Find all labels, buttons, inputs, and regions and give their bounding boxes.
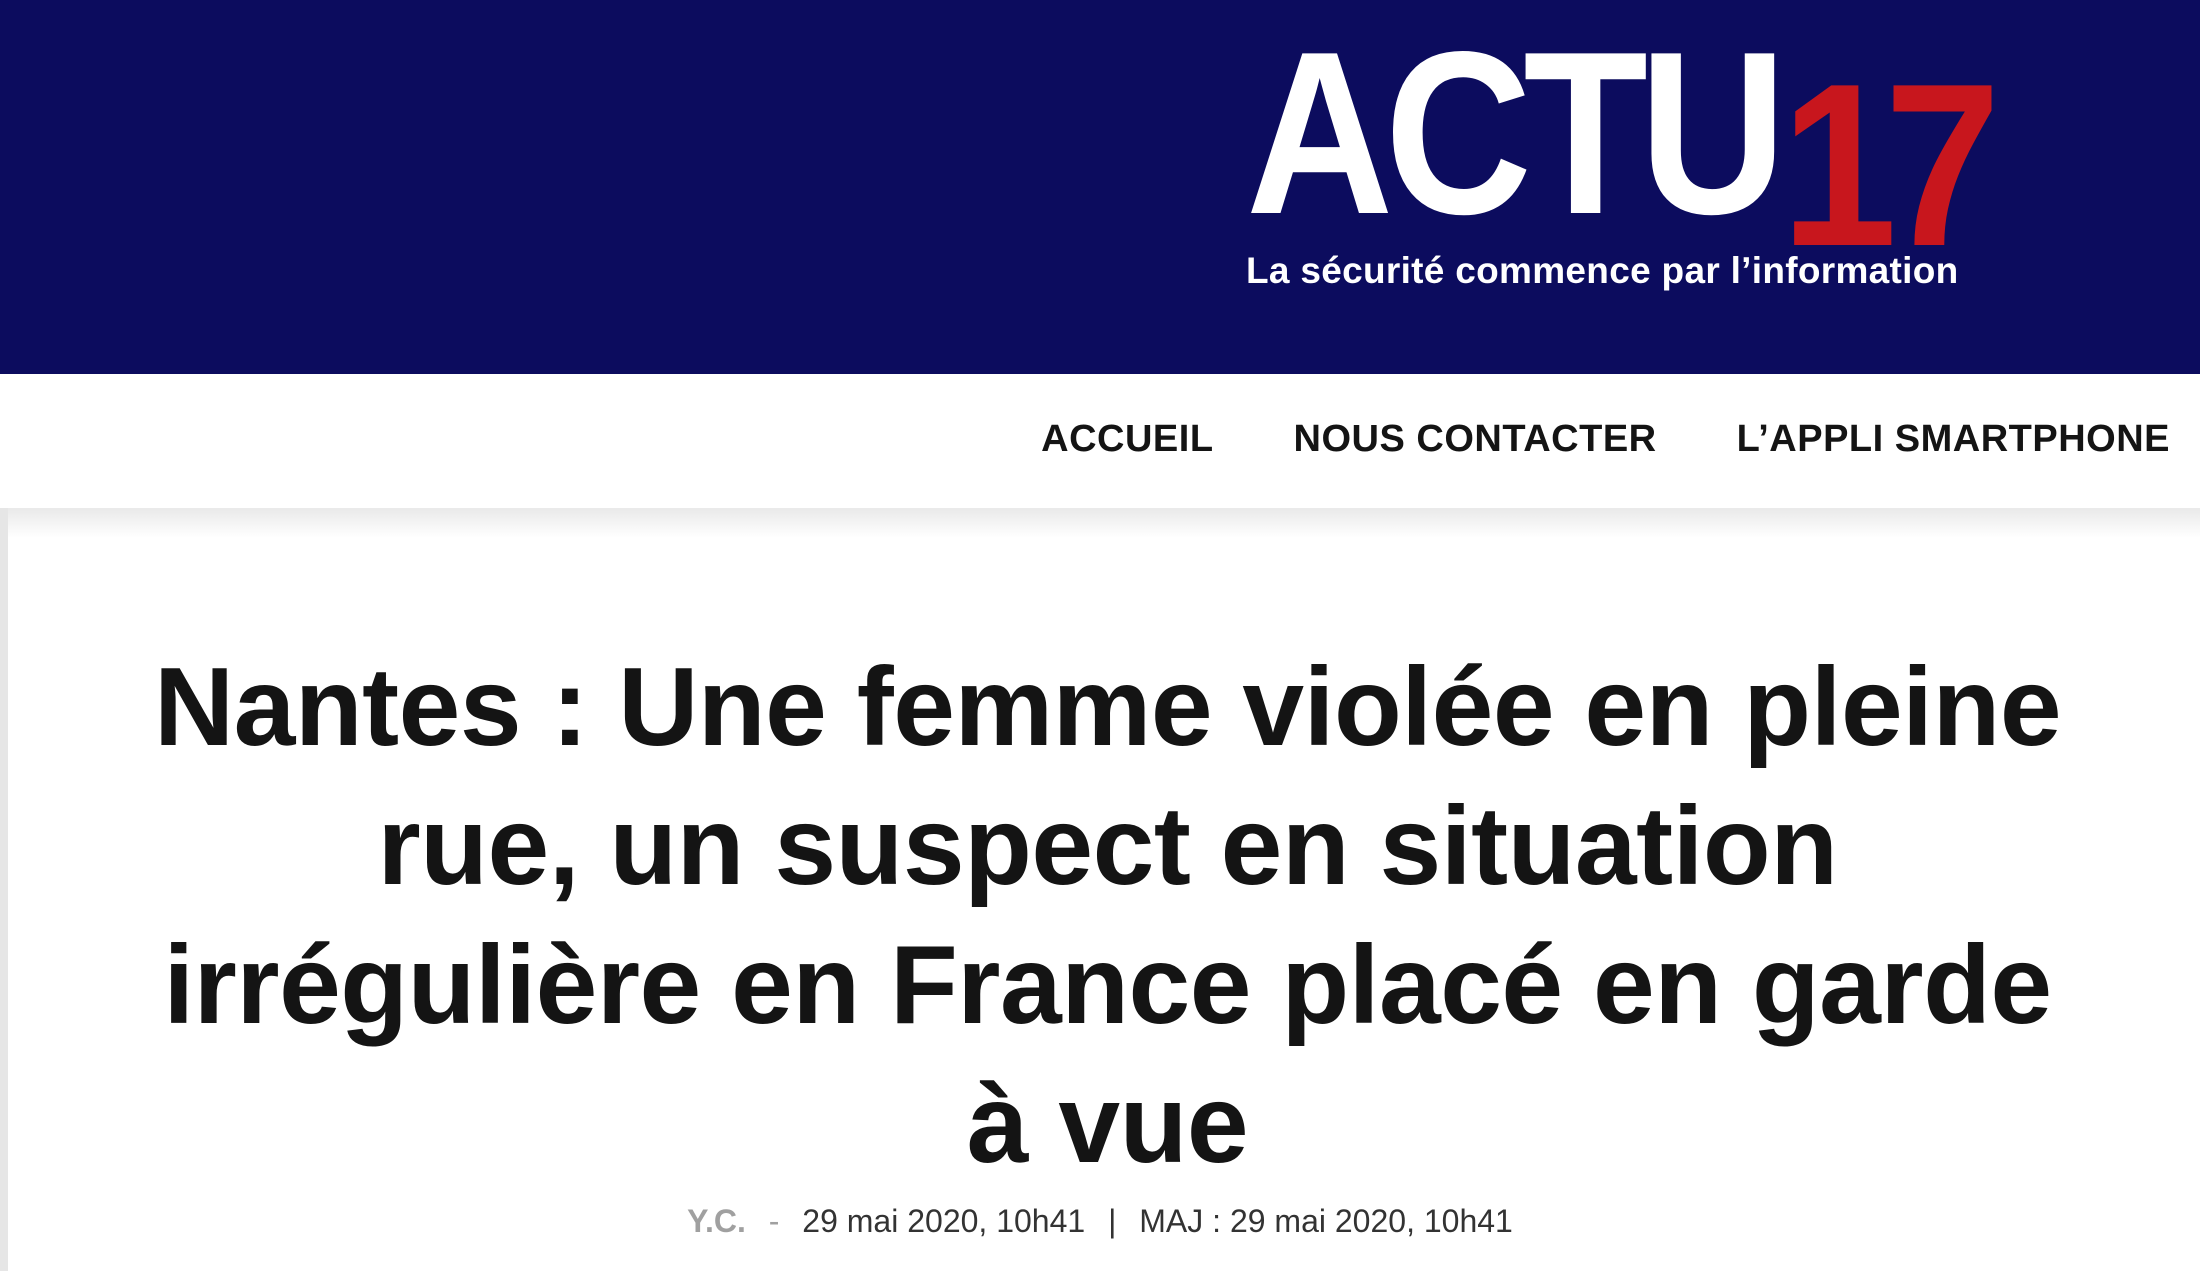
article-author[interactable]: Y.C. <box>687 1203 746 1239</box>
nav-item-appli-smartphone[interactable]: L’APPLI SMARTPHONE <box>1737 418 2170 461</box>
logo-brand: ACTU <box>1246 4 1787 263</box>
logo-number: 17 <box>1781 36 2001 295</box>
main-navigation: ACCUEIL NOUS CONTACTER L’APPLI SMARTPHON… <box>0 374 2200 508</box>
article-updated-date: MAJ : 29 mai 2020, 10h41 <box>1139 1203 1513 1239</box>
meta-divider: | <box>1108 1203 1117 1239</box>
logo-tagline: La sécurité commence par l’information <box>1246 250 1959 291</box>
logo-wordmark: ACTU <box>1246 18 1850 250</box>
site-header: ACTU 17 La sécurité commence par l’infor… <box>0 0 2200 374</box>
nav-shadow <box>0 508 2200 538</box>
nav-menu: ACCUEIL NOUS CONTACTER L’APPLI SMARTPHON… <box>1041 418 2170 461</box>
article-content: Nantes : Une femme violée en pleine rue,… <box>0 508 2200 1271</box>
meta-separator: - <box>768 1203 780 1239</box>
article-published-date: 29 mai 2020, 10h41 <box>802 1203 1086 1239</box>
article-title: Nantes : Une femme violée en pleine rue,… <box>153 645 2062 1186</box>
site-logo[interactable]: ACTU 17 La sécurité commence par l’infor… <box>1246 18 2016 310</box>
nav-item-nous-contacter[interactable]: NOUS CONTACTER <box>1294 418 1657 461</box>
article-meta: Y.C. - 29 mai 2020, 10h41 | MAJ : 29 mai… <box>0 1203 2200 1240</box>
content-left-border <box>0 508 8 1271</box>
nav-item-accueil[interactable]: ACCUEIL <box>1041 418 1213 461</box>
